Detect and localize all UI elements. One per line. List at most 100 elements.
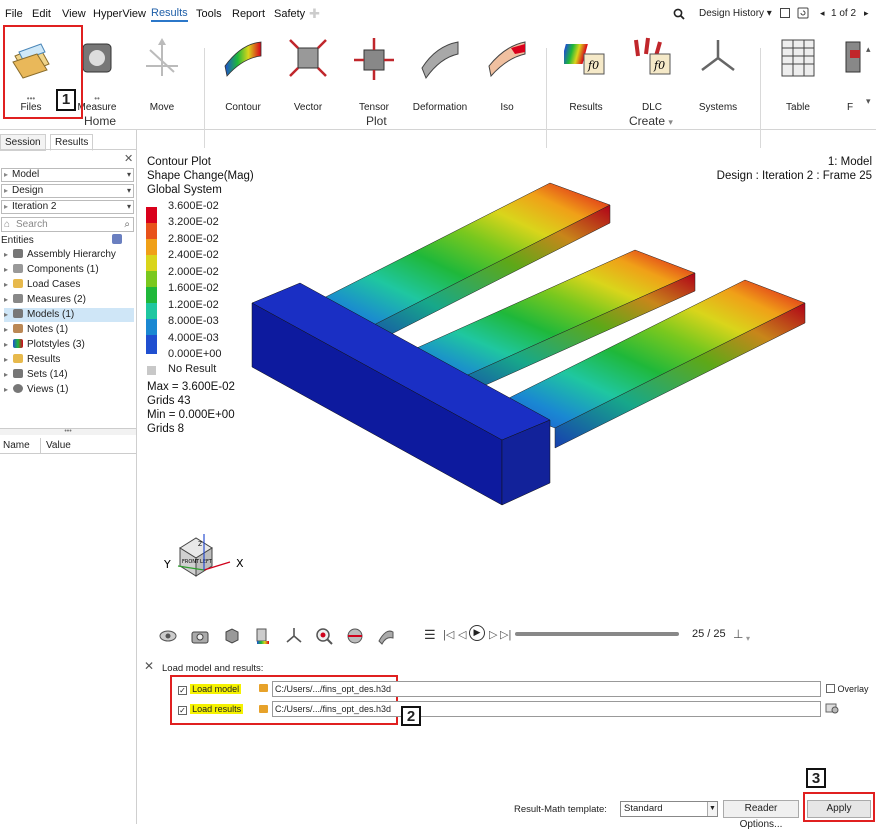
vector-button[interactable]: Vector xyxy=(279,34,337,114)
menu-edit[interactable]: Edit xyxy=(32,8,51,20)
search-input[interactable]: ⌂ Search ⌕ xyxy=(1,217,134,232)
move-icon xyxy=(146,38,178,76)
legend-value: 3.600E-02 xyxy=(168,200,219,212)
camera-icon[interactable] xyxy=(190,626,210,646)
results-browser-icon[interactable] xyxy=(825,702,839,714)
design-dropdown[interactable]: ▸ Design ▾ xyxy=(1,184,134,198)
tree-item-measures[interactable]: ▸ Measures (2) xyxy=(4,293,134,307)
tree-item-results[interactable]: ▸ Results xyxy=(4,353,134,367)
menu-icon[interactable]: ☰ xyxy=(424,627,436,643)
results-button[interactable]: f0 Results xyxy=(557,34,615,114)
overlay-checkbox[interactable]: Overlay xyxy=(826,684,869,694)
cube-view-icon[interactable] xyxy=(222,626,242,646)
load-results-checkbox[interactable]: ✓ Load results xyxy=(178,703,244,715)
model-dropdown[interactable]: ▸ Model ▾ xyxy=(1,168,134,182)
group-create[interactable]: Create ▾ xyxy=(629,114,673,128)
deformation-button[interactable]: Deformation xyxy=(411,34,469,114)
zoom-icon[interactable] xyxy=(314,626,334,646)
menu-report[interactable]: Report xyxy=(232,8,265,20)
tensor-icon xyxy=(354,38,394,80)
callout-3: 3 xyxy=(806,768,826,788)
menu-hyperview[interactable]: HyperView xyxy=(93,8,146,20)
tree-item-plotstyles[interactable]: ▸ Plotstyles (3) xyxy=(4,338,134,352)
tree-item-models[interactable]: ▸ Models (1) xyxy=(4,308,134,322)
animation-settings-icon[interactable]: ⊥ xyxy=(733,627,743,641)
scroll-up-icon[interactable]: ▴ xyxy=(866,44,871,55)
move-button[interactable]: Move xyxy=(133,34,191,114)
load-model-checkbox[interactable]: ✓ Load model xyxy=(178,683,242,695)
tree-item-views[interactable]: ▸ Views (1) xyxy=(4,383,134,397)
results-path-field[interactable]: C:/Users/.../fins_opt_des.h3d xyxy=(272,701,821,717)
frame-counter: 25 / 25 xyxy=(692,628,726,640)
legend-value: 4.000E-03 xyxy=(168,332,219,344)
legend-value: 2.000E-02 xyxy=(168,266,219,278)
systems-button[interactable]: Systems xyxy=(689,34,747,114)
value-column-header: Value xyxy=(46,440,71,451)
splitter-handle[interactable]: ••• xyxy=(0,428,136,435)
dlc-button[interactable]: f0 DLC xyxy=(623,34,681,114)
menu-safety[interactable]: Safety xyxy=(274,8,305,20)
apply-highlight xyxy=(803,792,875,822)
contour-button[interactable]: Contour xyxy=(214,34,272,114)
checkbox-icon[interactable] xyxy=(780,8,790,18)
first-frame-icon[interactable]: |◁ xyxy=(443,628,454,641)
systems-icon xyxy=(701,40,735,71)
close-load-panel-icon[interactable]: ✕ xyxy=(144,659,154,673)
table-icon xyxy=(781,39,815,77)
results-math-icon: f0 xyxy=(560,44,605,75)
close-panel-icon[interactable]: ✕ xyxy=(124,152,133,165)
menu-file[interactable]: File xyxy=(5,8,23,20)
tree-item-notes[interactable]: ▸ Notes (1) xyxy=(4,323,134,337)
menu-results[interactable]: Results xyxy=(151,7,188,22)
legend-value: 1.600E-02 xyxy=(168,282,219,294)
contour-legend-icon[interactable] xyxy=(253,626,273,646)
last-frame-icon[interactable]: ▷| xyxy=(500,628,511,641)
template-dropdown[interactable]: Standard ▼ xyxy=(620,801,718,817)
next-page-icon[interactable]: ▸ xyxy=(864,8,869,19)
no-result-swatch xyxy=(147,366,156,375)
scroll-down-icon[interactable]: ▾ xyxy=(866,96,871,107)
folder-icon[interactable] xyxy=(259,705,268,713)
measure-tool-icon[interactable] xyxy=(376,626,396,646)
table-button[interactable]: Table xyxy=(769,34,827,114)
next-frame-icon[interactable]: ▷ xyxy=(489,628,497,641)
add-tab-icon[interactable]: ✚ xyxy=(309,6,320,22)
tree-item-assembly-hierarchy[interactable]: ▸ Assembly Hierarchy xyxy=(4,248,134,262)
fin-model-3d[interactable] xyxy=(240,175,820,515)
contour-icon xyxy=(224,41,262,77)
filter-icon[interactable] xyxy=(112,234,122,244)
design-history-dropdown[interactable]: Design History ▾ xyxy=(699,8,772,19)
tree-item-load-cases[interactable]: ▸ Load Cases xyxy=(4,278,134,292)
animation-dropdown-icon[interactable]: ▾ xyxy=(746,634,750,643)
iteration-dropdown[interactable]: ▸ Iteration 2 ▾ xyxy=(1,200,134,214)
iso-button[interactable]: Iso xyxy=(478,34,536,114)
frame-slider[interactable] xyxy=(515,632,679,636)
legend-value: 1.200E-02 xyxy=(168,299,219,311)
prev-page-icon[interactable]: ◂ xyxy=(820,8,825,19)
axis-triad-icon[interactable] xyxy=(284,626,304,646)
tree-item-sets[interactable]: ▸ Sets (14) xyxy=(4,368,134,382)
legend-value: 2.800E-02 xyxy=(168,233,219,245)
menu-view[interactable]: View xyxy=(62,8,86,20)
visibility-icon[interactable] xyxy=(158,626,178,646)
view-cube-triad[interactable]: FRONT LEFT Z Y X xyxy=(160,530,250,600)
group-plot: Plot xyxy=(366,114,387,128)
cube-face-left: LEFT xyxy=(200,559,213,565)
reader-options-button[interactable]: Reader Options... xyxy=(723,800,799,830)
f-button[interactable]: F xyxy=(835,34,865,114)
play-button[interactable]: ▶ xyxy=(469,625,485,641)
menu-tools[interactable]: Tools xyxy=(196,8,222,20)
ribbon: ••• Files •• Measure Move Contour Vector xyxy=(0,22,876,148)
folder-icon[interactable] xyxy=(259,684,268,692)
entities-label: Entities xyxy=(1,235,34,246)
model-path-field[interactable]: C:/Users/.../fins_opt_des.h3d xyxy=(272,681,821,697)
tensor-button[interactable]: Tensor xyxy=(345,34,403,114)
legend-value: 8.000E-03 xyxy=(168,315,219,327)
vector-icon xyxy=(289,39,327,77)
name-column-header: Name xyxy=(3,440,30,451)
sync-icon[interactable] xyxy=(797,7,809,19)
tree-item-components[interactable]: ▸ Components (1) xyxy=(4,263,134,277)
prev-frame-icon[interactable]: ◁ xyxy=(458,628,466,641)
search-icon[interactable] xyxy=(673,8,685,20)
section-cut-icon[interactable] xyxy=(345,626,365,646)
